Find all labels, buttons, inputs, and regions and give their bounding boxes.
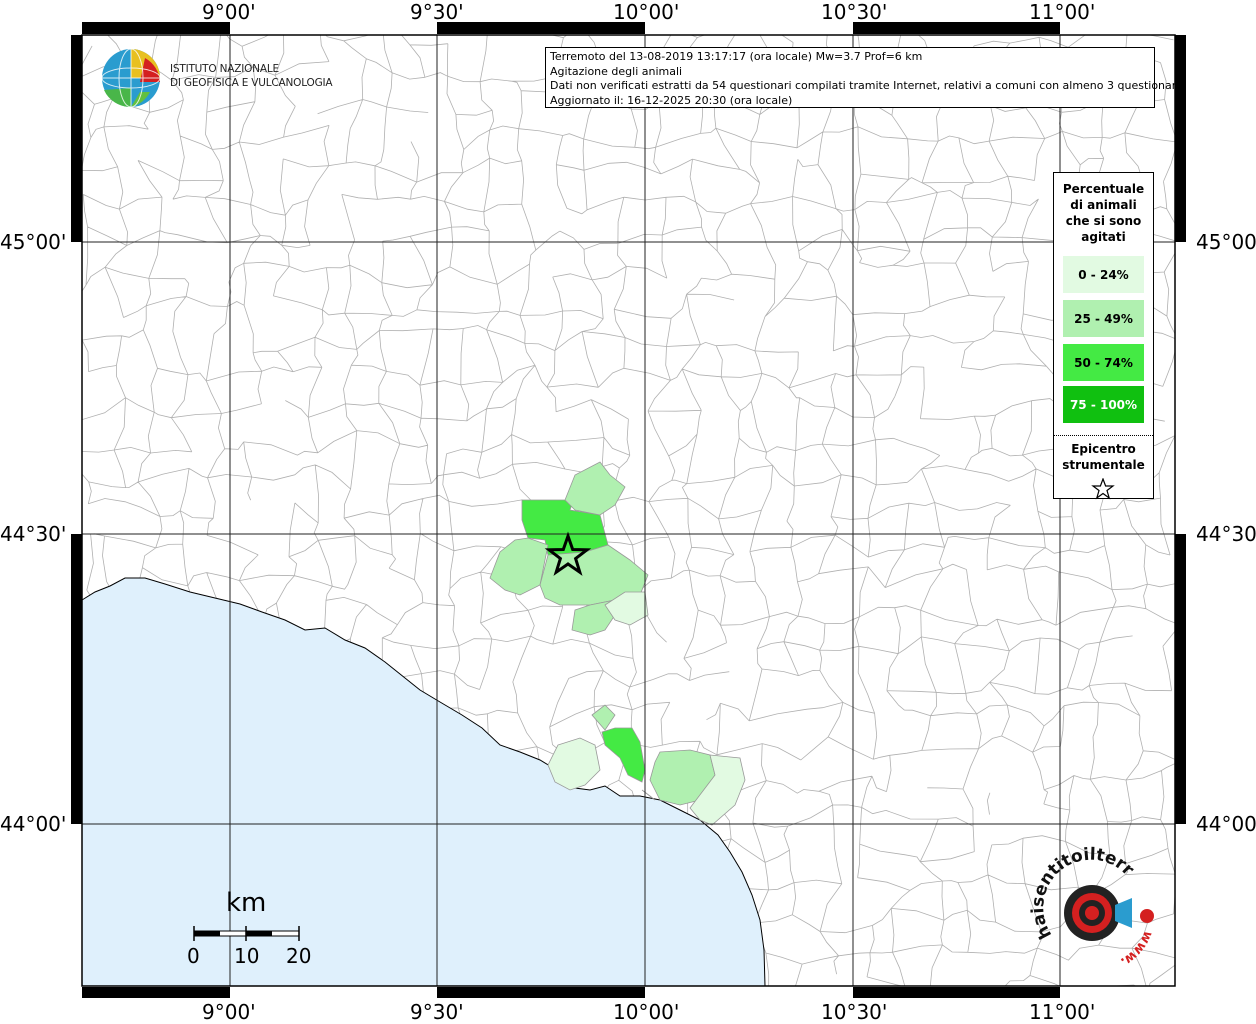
legend-divider (1054, 435, 1153, 436)
update-timestamp: Aggiornato il: 16-12-2025 20:30 (ora loc… (550, 93, 793, 107)
x-tick-top: 9°00' (202, 0, 256, 24)
x-tick-bottom: 9°00' (202, 1000, 256, 1024)
x-tick-bottom: 11°00' (1029, 1000, 1096, 1024)
y-tick-right: 45°00' (1196, 230, 1256, 254)
legend-class-75-100: 75 - 100% (1063, 386, 1144, 423)
x-tick-top: 11°00' (1029, 0, 1096, 24)
x-tick-top: 9°30' (410, 0, 464, 24)
y-tick-left: 44°00' (0, 812, 67, 836)
map-canvas[interactable]: haisentitoilterremoto.it www. (0, 0, 1256, 1024)
legend-class-25-49: 25 - 49% (1063, 300, 1144, 337)
scale-tick: 10 (234, 944, 260, 968)
map-subject: Agitazione degli animali (550, 64, 683, 78)
legend-title: Percentuale di animali che si sono agita… (1062, 182, 1145, 244)
ingv-logo-icon (101, 48, 161, 108)
x-tick-top: 10°00' (613, 0, 680, 24)
y-tick-left: 44°30' (0, 522, 67, 546)
y-tick-right: 44°00' (1196, 812, 1256, 836)
scale-unit: km (226, 888, 267, 918)
ingv-logo-text: ISTITUTO NAZIONALE DI GEOFISICA E VULCAN… (170, 62, 333, 90)
legend-class-50-74: 50 - 74% (1063, 344, 1144, 381)
x-tick-bottom: 9°30' (410, 1000, 464, 1024)
legend-class-0-24: 0 - 24% (1063, 256, 1144, 293)
scale-tick: 0 (187, 944, 200, 968)
y-tick-left: 45°00' (0, 230, 67, 254)
event-info-box: Terremoto del 13-08-2019 13:17:17 (ora l… (545, 47, 1183, 108)
scale-tick: 20 (286, 944, 312, 968)
y-tick-right: 44°30' (1196, 522, 1256, 546)
data-note: Dati non verificati estratti da 54 quest… (550, 79, 1183, 92)
legend-star-icon (1091, 478, 1115, 500)
ingv-line-2: DI GEOFISICA E VULCANOLOGIA (170, 77, 333, 89)
legend: Percentuale di animali che si sono agita… (1053, 172, 1154, 500)
legend-epicenter-label: Epicentro strumentale (1062, 442, 1145, 472)
ingv-line-1: ISTITUTO NAZIONALE (170, 63, 279, 75)
x-tick-bottom: 10°00' (613, 1000, 680, 1024)
x-tick-bottom: 10°30' (821, 1000, 888, 1024)
x-tick-top: 10°30' (821, 0, 888, 24)
event-title: Terremoto del 13-08-2019 13:17:17 (ora l… (550, 50, 923, 63)
